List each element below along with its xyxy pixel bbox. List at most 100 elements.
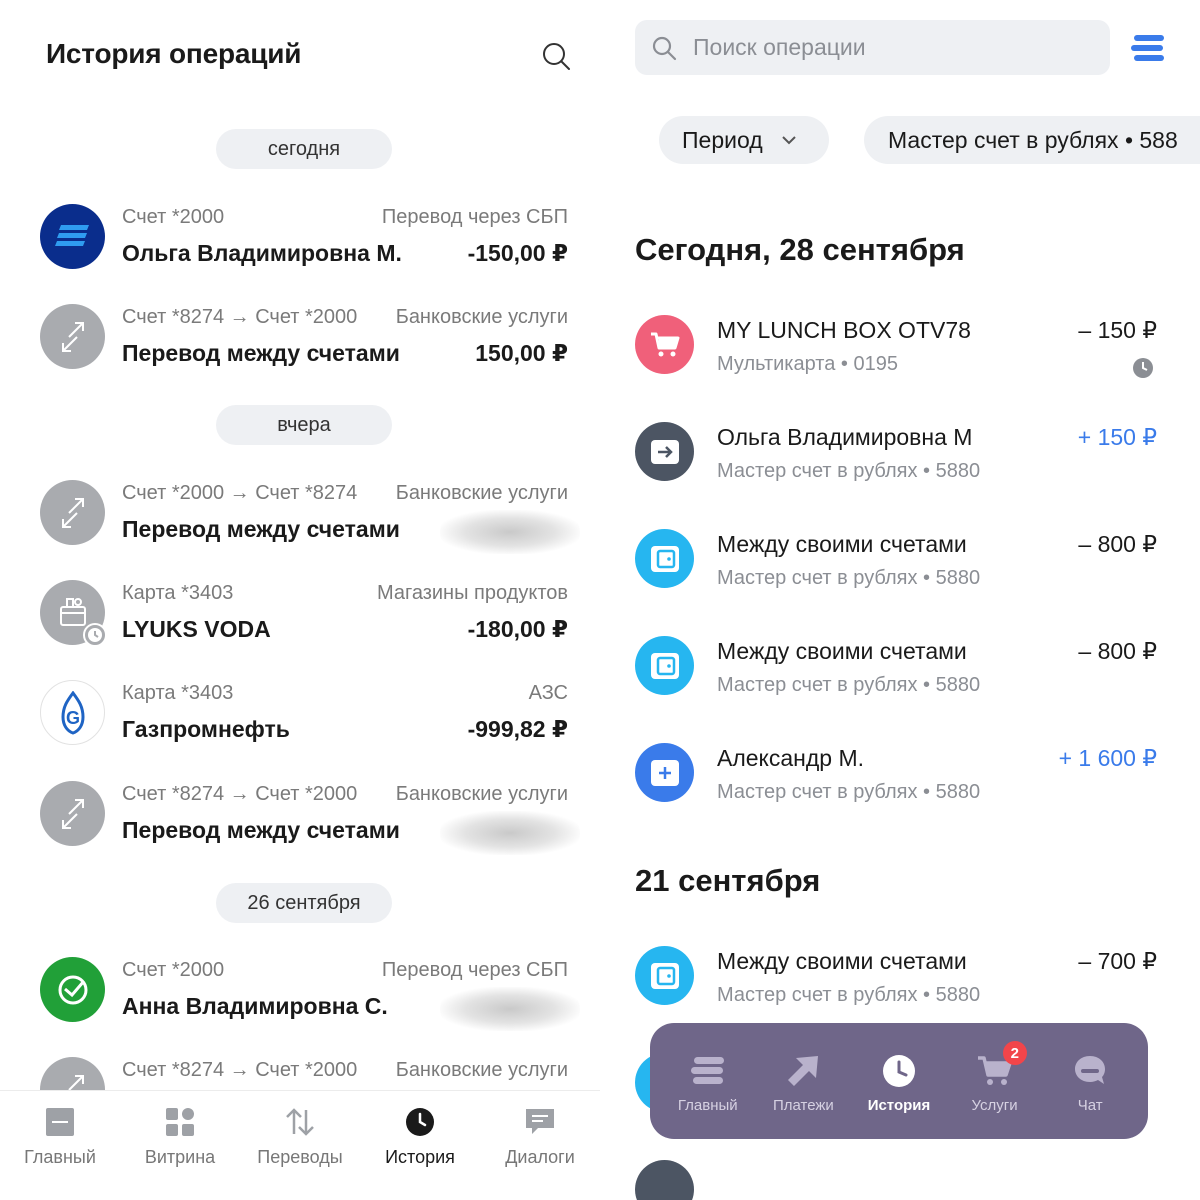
- search-bar[interactable]: [635, 20, 1110, 75]
- nav-label: Диалоги: [505, 1147, 575, 1167]
- bottom-nav: Главный Витрина Переводы История Диалоги: [0, 1090, 600, 1174]
- tab-main[interactable]: Главный: [660, 1023, 756, 1139]
- tab-label: Главный: [677, 1097, 738, 1114]
- operation-account: Мастер счет в рублях • 5880: [717, 781, 981, 803]
- home-square-icon: [43, 1105, 77, 1139]
- transfer-arrows-icon: [40, 781, 105, 846]
- transaction-amount: 150,00 ₽: [475, 340, 568, 366]
- transaction-name: Ольга Владимировна М.: [122, 240, 402, 266]
- account-filter-chip[interactable]: Мастер счет в рублях • 588: [864, 116, 1200, 164]
- menu-stack-icon[interactable]: [1130, 32, 1166, 64]
- search-input[interactable]: [693, 34, 1073, 61]
- operation-row[interactable]: Александр М. Мастер счет в рублях • 5880…: [612, 743, 1200, 823]
- add-wallet-icon: [635, 743, 694, 802]
- search-icon[interactable]: [540, 40, 572, 72]
- operation-account: Мастер счет в рублях • 5880: [717, 674, 981, 696]
- clock-icon: [879, 1053, 919, 1089]
- transaction-row[interactable]: Счет *8274 → Счет *2000 Банковские услуг…: [0, 304, 600, 384]
- transaction-row[interactable]: G Карта *3403 АЗС Газпромнефть -999,82 ₽: [0, 680, 600, 760]
- shopping-cart-icon: [635, 315, 694, 374]
- chat-bubble-icon: [523, 1105, 557, 1139]
- operation-amount: – 800 ₽: [1078, 638, 1157, 664]
- right-history-screen: Период Мастер счет в рублях • 588 Сегодн…: [612, 0, 1200, 1200]
- category-label: Банковские услуги: [395, 1059, 568, 1081]
- account-label: Счет *8274 → Счет *2000: [122, 783, 358, 805]
- panel-divider: [600, 0, 612, 1200]
- operation-amount: + 1 600 ₽: [1058, 745, 1157, 771]
- pending-clock-icon: [1133, 358, 1153, 378]
- period-filter-chip[interactable]: Период: [659, 116, 829, 164]
- operation-row[interactable]: Ольга Владимировна М Мастер счет в рубля…: [612, 422, 1200, 502]
- category-label: Банковские услуги: [395, 783, 568, 805]
- operation-amount: – 150 ₽: [1078, 317, 1157, 343]
- grocery-basket-icon: [40, 580, 107, 647]
- nav-item-showcase[interactable]: Витрина: [120, 1091, 240, 1174]
- nav-item-main[interactable]: Главный: [0, 1091, 120, 1174]
- wallet-icon: [635, 946, 694, 1005]
- operation-name: Между своими счетами: [717, 948, 967, 974]
- operation-amount: – 700 ₽: [1078, 948, 1157, 974]
- nav-label: Витрина: [144, 1147, 216, 1167]
- nav-item-transfers[interactable]: Переводы: [240, 1091, 360, 1174]
- operation-name: Между своими счетами: [717, 531, 967, 557]
- page-title: История операций: [46, 38, 302, 69]
- section-date: 21 сентября: [635, 863, 821, 898]
- transaction-amount: -180,00 ₽: [467, 616, 568, 642]
- transaction-row[interactable]: Счет *2000 Перевод через СБП Анна Владим…: [0, 957, 600, 1037]
- account-label: Карта *3403: [122, 682, 234, 704]
- operation-row[interactable]: Между своими счетами Мастер счет в рубля…: [612, 529, 1200, 609]
- operation-account: Мультикарта • 0195: [717, 353, 898, 375]
- arrow-up-right-icon: [783, 1053, 823, 1089]
- nav-label: Переводы: [257, 1147, 343, 1167]
- transaction-row[interactable]: Счет *2000 → Счет *8274 Банковские услуг…: [0, 480, 600, 560]
- incoming-transfer-icon: [635, 1160, 694, 1200]
- category-label: Магазины продуктов: [376, 582, 568, 604]
- chevron-down-icon: [781, 136, 796, 145]
- tab-chat[interactable]: Чат: [1042, 1023, 1138, 1139]
- nav-item-dialogs[interactable]: Диалоги: [480, 1091, 600, 1174]
- section-date: Сегодня, 28 сентября: [635, 232, 965, 267]
- clock-icon: [403, 1105, 437, 1139]
- wallet-icon: [635, 529, 694, 588]
- transaction-name: Газпромнефть: [122, 716, 290, 742]
- transaction-row[interactable]: Счет *2000 Перевод через СБП Ольга Влади…: [0, 204, 600, 284]
- tab-services[interactable]: 2 Услуги: [947, 1023, 1043, 1139]
- svg-text:G: G: [65, 708, 79, 728]
- operation-name: Ольга Владимировна М: [717, 424, 973, 450]
- nav-label: Главный: [24, 1147, 96, 1167]
- nav-label: История: [385, 1147, 455, 1167]
- operation-row[interactable]: MY LUNCH BOX OTV78 Мультикарта • 0195 – …: [612, 315, 1200, 395]
- tab-label: Услуги: [971, 1097, 1018, 1114]
- transaction-row[interactable]: Карта *3403 Магазины продуктов LYUKS VOD…: [0, 580, 600, 660]
- nav-item-history[interactable]: История: [360, 1091, 480, 1174]
- operation-name: MY LUNCH BOX OTV78: [717, 317, 971, 343]
- tab-history[interactable]: История: [851, 1023, 947, 1139]
- period-label: Период: [682, 126, 763, 153]
- category-label: Перевод через СБП: [381, 959, 568, 981]
- operation-amount: + 150 ₽: [1077, 424, 1157, 450]
- operation-account: Мастер счет в рублях • 5880: [717, 984, 981, 1006]
- stack-icon: [688, 1053, 728, 1089]
- transaction-amount: -999,82 ₽: [467, 716, 568, 742]
- transaction-row[interactable]: Счет *8274 → Счет *2000 Банковские услуг…: [0, 781, 600, 861]
- transfer-arrows-icon: [40, 304, 105, 369]
- tab-label: Чат: [1077, 1097, 1103, 1114]
- account-label: Счет *2000 → Счет *8274: [122, 482, 358, 504]
- transaction-amount: -150,00 ₽: [467, 240, 568, 266]
- category-label: Перевод через СБП: [381, 206, 568, 228]
- operation-name: Между своими счетами: [717, 638, 967, 664]
- date-pill-today: сегодня: [216, 129, 392, 169]
- blurred-amount: [440, 510, 580, 554]
- operation-row[interactable]: Между своими счетами Мастер счет в рубля…: [612, 946, 1200, 1026]
- tab-payments[interactable]: Платежи: [756, 1023, 852, 1139]
- tab-label: История: [867, 1097, 931, 1114]
- up-down-arrows-icon: [283, 1105, 317, 1139]
- operation-row[interactable]: Между своими счетами Мастер счет в рубля…: [612, 636, 1200, 716]
- blurred-amount: [440, 811, 580, 855]
- account-label: Счет *8274 → Счет *2000: [122, 1059, 358, 1081]
- account-filter-label: Мастер счет в рублях • 588: [888, 126, 1178, 153]
- grid-icon: [163, 1105, 197, 1139]
- account-label: Счет *8274 → Счет *2000: [122, 306, 358, 328]
- cart-count-badge: 2: [1002, 1041, 1027, 1065]
- category-label: Банковские услуги: [395, 306, 568, 328]
